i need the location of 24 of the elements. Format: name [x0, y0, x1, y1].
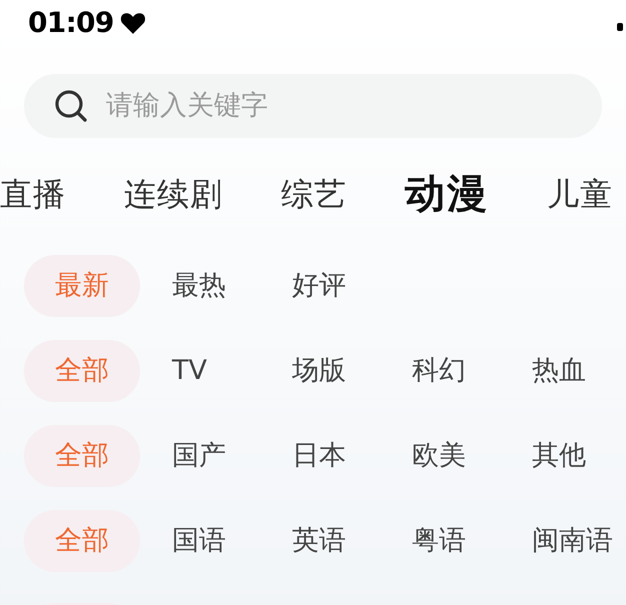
filter-option[interactable]: 英语 — [292, 520, 412, 562]
category-tab[interactable]: 综艺 — [281, 170, 347, 218]
status-time: 01:09 — [28, 5, 114, 41]
category-tab[interactable]: 儿童 — [547, 170, 613, 218]
category-tab[interactable]: 动漫 — [405, 164, 489, 224]
category-tab[interactable]: 连续剧 — [124, 170, 223, 218]
filter-option[interactable]: 国产 — [172, 436, 292, 476]
filter-option[interactable]: 场版 — [292, 350, 412, 392]
filter-option[interactable]: TV — [172, 350, 292, 392]
filter-option[interactable]: 粤语 — [412, 520, 532, 562]
search-bar[interactable]: 请输入关键字 — [24, 74, 602, 138]
category-tab[interactable]: 直播 — [0, 170, 66, 218]
filter-option[interactable]: 日本 — [292, 436, 412, 476]
heart-icon — [120, 11, 146, 35]
filter-option[interactable]: 科幻 — [412, 350, 532, 392]
filter-option[interactable]: 欧美 — [412, 436, 532, 476]
search-icon — [54, 89, 88, 123]
filter-option[interactable]: 好评 — [292, 266, 412, 306]
filter-option[interactable]: 最热 — [172, 266, 292, 306]
search-input[interactable]: 请输入关键字 — [106, 86, 546, 126]
filter-option[interactable]: 国语 — [172, 520, 292, 562]
filter-option[interactable]: 闽南语 — [532, 520, 626, 562]
filter-option[interactable]: 热血 — [532, 350, 626, 392]
filter-option[interactable]: 其他 — [532, 436, 626, 476]
